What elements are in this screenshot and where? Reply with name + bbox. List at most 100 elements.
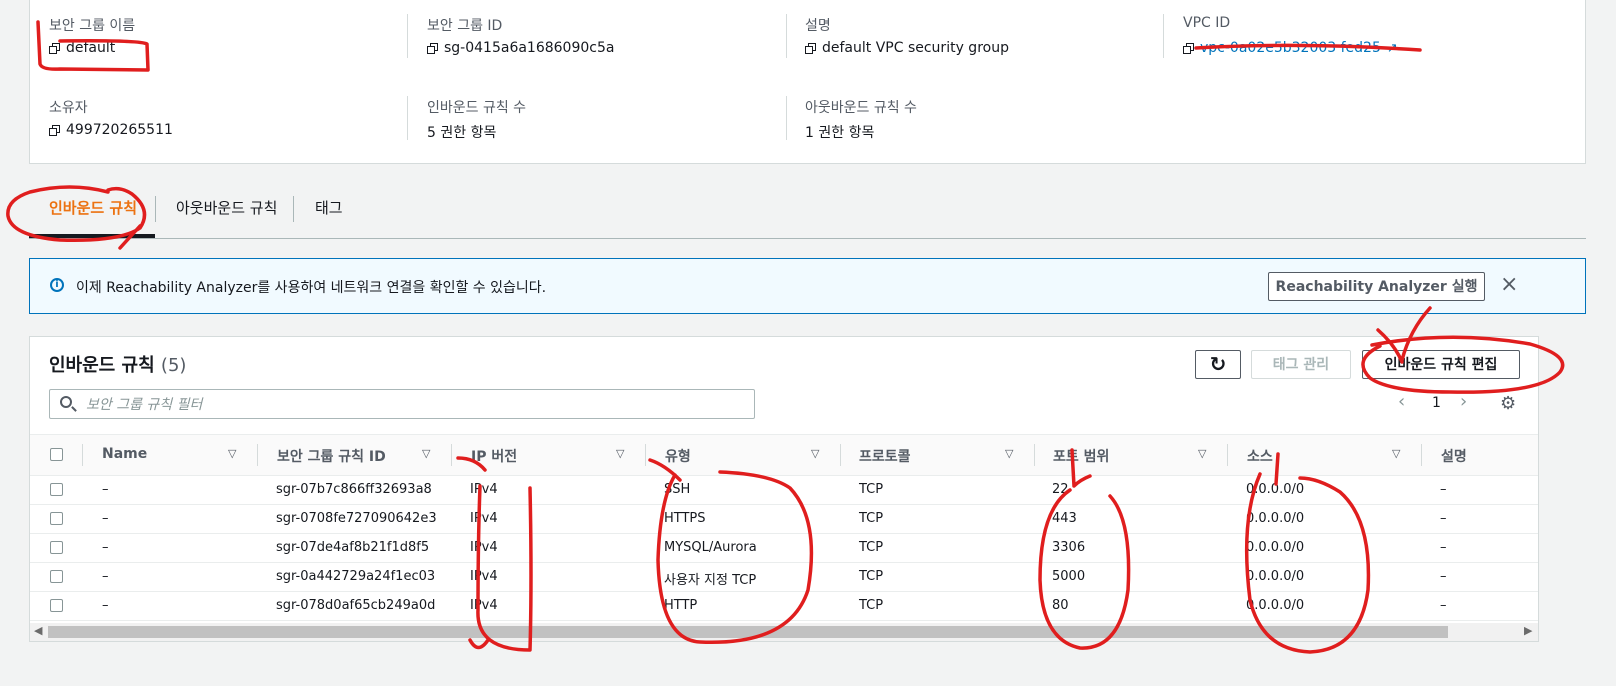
row-checkbox[interactable] [50, 599, 63, 612]
sort-icon[interactable]: ▽ [811, 447, 819, 460]
cell-description: – [1440, 569, 1447, 584]
vpc-id-link[interactable]: vpc-0a02e5b32003 fed25 [1200, 40, 1381, 56]
column-protocol[interactable]: 프로토콜 [859, 446, 911, 466]
table-row[interactable]: – sgr-07de4af8b21f1d8f5 IPv4 MYSQL/Auror… [30, 534, 1538, 563]
sort-icon[interactable]: ▽ [228, 447, 236, 460]
table-row[interactable]: – sgr-078d0af65cb249a0d IPv4 HTTP TCP 80… [30, 592, 1538, 621]
tab-outbound-rules[interactable]: 아웃바운드 규칙 [176, 186, 277, 238]
column-description[interactable]: 설명 [1441, 446, 1467, 466]
prev-page-icon[interactable]: ‹ [1398, 391, 1405, 412]
vpc-id-label: VPC ID [1183, 15, 1231, 31]
select-all-checkbox[interactable] [50, 448, 63, 461]
cell-description: – [1440, 540, 1447, 555]
page-number[interactable]: 1 [1432, 395, 1441, 411]
copy-icon[interactable] [49, 124, 60, 136]
sort-icon[interactable]: ▽ [1005, 447, 1013, 460]
sg-id-text: sg-0415a6a1686090c5a [444, 40, 615, 56]
copy-icon[interactable] [1183, 42, 1194, 54]
cell-type: MYSQL/Aurora [664, 540, 757, 555]
sg-name-value[interactable]: default [49, 40, 115, 56]
run-reachability-analyzer-button[interactable]: Reachability Analyzer 실행 [1268, 272, 1485, 301]
sort-icon[interactable]: ▽ [1392, 447, 1400, 460]
cell-protocol: TCP [859, 511, 884, 526]
rules-tabs: 인바운드 규칙 아웃바운드 규칙 태그 [29, 186, 1586, 239]
cell-port-range: 80 [1052, 598, 1069, 613]
owner-value[interactable]: 499720265511 [49, 122, 173, 138]
settings-icon[interactable]: ⚙ [1500, 393, 1516, 414]
column-port-range[interactable]: 포트 범위 [1053, 446, 1109, 466]
cell-source: 0.0.0.0/0 [1246, 511, 1305, 526]
cell-source: 0.0.0.0/0 [1246, 482, 1305, 497]
cell-rule-id: sgr-0a442729a24f1ec03 [276, 569, 436, 584]
cell-type: HTTP [664, 598, 698, 613]
next-page-icon[interactable]: › [1460, 391, 1467, 412]
column-name[interactable]: Name [102, 446, 147, 462]
refresh-icon: ↻ [1209, 352, 1227, 376]
sort-icon[interactable]: ▽ [1198, 447, 1206, 460]
sort-icon[interactable]: ▽ [422, 447, 430, 460]
cell-port-range: 5000 [1052, 569, 1086, 584]
cell-rule-id: sgr-078d0af65cb249a0d [276, 598, 436, 613]
column-ip-version[interactable]: IP 버전 [471, 446, 517, 466]
owner-text: 499720265511 [66, 122, 173, 138]
divider [786, 96, 787, 140]
column-source[interactable]: 소스 [1247, 446, 1273, 466]
tab-inbound-rules[interactable]: 인바운드 규칙 [49, 186, 137, 238]
table-row[interactable]: – sgr-07b7c866ff32693a8 IPv4 SSH TCP 22 … [30, 476, 1538, 505]
rules-count: (5) [160, 355, 187, 376]
tab-tags[interactable]: 태그 [315, 186, 343, 238]
column-rule-id[interactable]: 보안 그룹 규칙 ID [277, 446, 386, 466]
row-checkbox[interactable] [50, 541, 63, 554]
cell-port-range: 3306 [1052, 540, 1086, 555]
inbound-count-label: 인바운드 규칙 수 [427, 100, 527, 116]
refresh-button[interactable]: ↻ [1195, 350, 1241, 379]
copy-icon[interactable] [49, 42, 60, 54]
cell-port-range: 22 [1052, 482, 1069, 497]
column-type[interactable]: 유형 [665, 446, 691, 466]
cell-rule-id: sgr-07b7c866ff32693a8 [276, 482, 432, 497]
external-link-icon[interactable]: ↗ [1387, 41, 1398, 56]
vpc-id-value[interactable]: vpc-0a02e5b32003 fed25 ↗ [1183, 40, 1398, 56]
column-separator [451, 444, 452, 466]
cell-source: 0.0.0.0/0 [1246, 598, 1305, 613]
edit-inbound-rules-button[interactable]: 인바운드 규칙 편집 [1362, 350, 1520, 379]
sort-icon[interactable]: ▽ [616, 447, 624, 460]
rules-title-text: 인바운드 규칙 [49, 355, 155, 376]
active-tab-indicator [29, 234, 155, 238]
column-separator [257, 444, 258, 466]
row-checkbox[interactable] [50, 512, 63, 525]
copy-icon[interactable] [427, 42, 438, 54]
horizontal-scrollbar[interactable]: ◀ ▶ [30, 623, 1538, 641]
inbound-rules-panel: 인바운드 규칙 (5) ↻ 태그 관리 인바운드 규칙 편집 ‹ 1 › ⚙ N… [29, 336, 1539, 642]
cell-protocol: TCP [859, 598, 884, 613]
rules-filter-input[interactable] [84, 390, 748, 420]
scroll-left-icon[interactable]: ◀ [34, 624, 42, 637]
search-icon [60, 396, 72, 408]
cell-port-range: 443 [1052, 511, 1077, 526]
outbound-count-value: 1 권한 항목 [805, 125, 875, 141]
table-row[interactable]: – sgr-0708fe727090642e3 IPv4 HTTPS TCP 4… [30, 505, 1538, 534]
row-checkbox[interactable] [50, 570, 63, 583]
description-value[interactable]: default VPC security group [805, 40, 1009, 56]
cell-type: HTTPS [664, 511, 706, 526]
column-separator [840, 444, 841, 466]
cell-name: – [102, 482, 109, 497]
cell-protocol: TCP [859, 569, 884, 584]
cell-protocol: TCP [859, 540, 884, 555]
scrollbar-thumb[interactable] [48, 626, 1448, 638]
cell-name: – [102, 569, 109, 584]
table-row[interactable]: – sgr-0a442729a24f1ec03 IPv4 사용자 지정 TCP … [30, 563, 1538, 592]
cell-ip-version: IPv4 [470, 569, 498, 584]
outbound-count-label: 아웃바운드 규칙 수 [805, 100, 917, 116]
cell-rule-id: sgr-0708fe727090642e3 [276, 511, 437, 526]
scroll-right-icon[interactable]: ▶ [1524, 624, 1532, 637]
sg-id-value[interactable]: sg-0415a6a1686090c5a [427, 40, 614, 56]
owner-label: 소유자 [49, 100, 88, 116]
column-separator [1034, 444, 1035, 466]
manage-tags-button[interactable]: 태그 관리 [1251, 350, 1351, 379]
close-icon[interactable]: × [1500, 273, 1518, 297]
copy-icon[interactable] [805, 42, 816, 54]
divider [786, 14, 787, 58]
rules-filter[interactable] [49, 389, 755, 420]
row-checkbox[interactable] [50, 483, 63, 496]
